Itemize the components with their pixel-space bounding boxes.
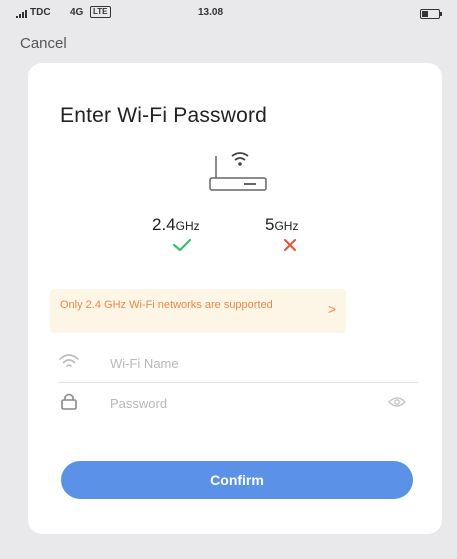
router-wifi-icon [209, 152, 267, 191]
check-icon [172, 238, 192, 252]
wifi-name-input[interactable] [108, 352, 382, 374]
cross-icon [284, 239, 296, 251]
confirm-button[interactable]: Confirm [61, 461, 413, 499]
network-type: 4G [70, 7, 84, 18]
wifi-icon [59, 354, 79, 367]
band-notice[interactable]: Only 2.4 GHz Wi-Fi networks are supporte… [50, 289, 346, 333]
band-5ghz-unit: GHz [274, 219, 299, 233]
chevron-right-icon: > [328, 301, 337, 317]
status-bar: TDC 4G LTE 13.08 [0, 0, 457, 28]
band-2-4ghz-label: 2.4GHz [152, 215, 200, 235]
lte-badge: LTE [90, 6, 111, 18]
signal-strength-icon [16, 10, 27, 18]
carrier-name: TDC [30, 7, 51, 18]
page-title: Enter Wi-Fi Password [60, 104, 268, 127]
password-input[interactable] [108, 392, 382, 414]
lock-icon [61, 393, 77, 410]
band-5ghz-label: 5GHz [265, 215, 298, 235]
status-time: 13.08 [198, 7, 224, 18]
battery-icon [420, 9, 442, 19]
band-2-4ghz-value: 2.4 [152, 215, 176, 234]
wifi-password-card: Enter Wi-Fi Password 2.4GHz 5GHz Only 2.… [28, 63, 442, 534]
band-notice-text: Only 2.4 GHz Wi-Fi networks are supporte… [60, 299, 273, 311]
eye-icon[interactable] [388, 396, 406, 408]
band-2-4ghz-unit: GHz [175, 219, 200, 233]
cancel-button[interactable]: Cancel [20, 35, 67, 52]
wifi-name-field [58, 346, 418, 383]
password-field [58, 386, 418, 422]
